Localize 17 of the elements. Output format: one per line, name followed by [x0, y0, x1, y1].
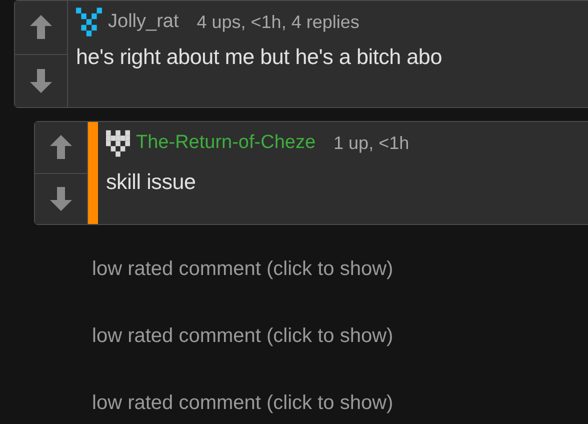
up-arrow-icon: [30, 15, 52, 40]
username-link[interactable]: Jolly_rat: [108, 11, 179, 33]
downvote-button[interactable]: [15, 54, 67, 107]
comment-meta: 4 ups, <1h, 4 replies: [196, 12, 360, 32]
down-arrow-icon: [30, 68, 52, 93]
downvote-button[interactable]: [35, 172, 87, 224]
pixel-avatar-icon: [76, 7, 102, 37]
comment-meta: 1 up, <1h: [334, 132, 410, 154]
comment-text: skill issue: [106, 170, 197, 195]
pixel-avatar-icon: [106, 128, 130, 158]
hidden-comment-link[interactable]: low rated comment (click to show): [92, 392, 394, 415]
down-arrow-icon: [50, 186, 72, 211]
up-arrow-icon: [50, 135, 72, 160]
comment-text: he's right about me but he's a bitch abo: [76, 45, 443, 70]
username-link[interactable]: The-Return-of-Cheze: [136, 132, 316, 154]
hidden-comment-link[interactable]: low rated comment (click to show): [92, 325, 394, 348]
hidden-comment-link[interactable]: low rated comment (click to show): [92, 258, 394, 281]
